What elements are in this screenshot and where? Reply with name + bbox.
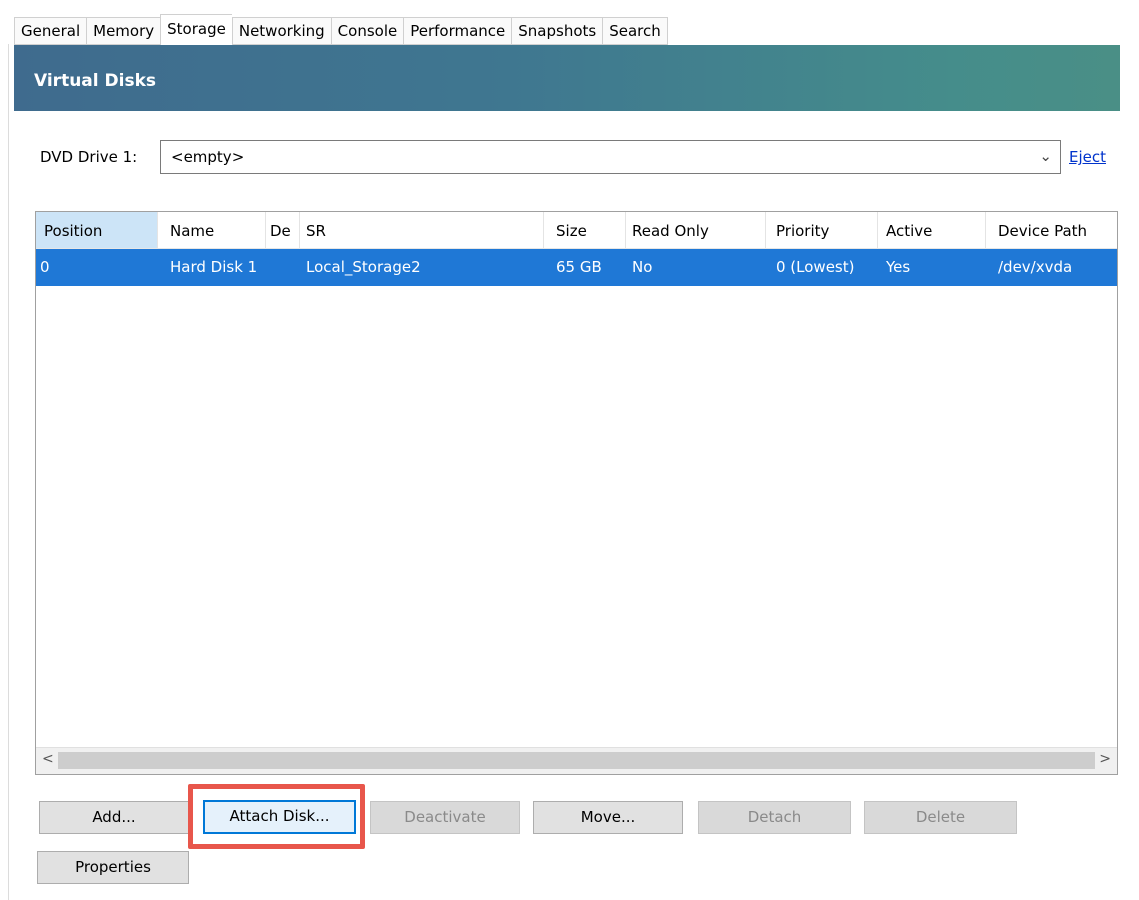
dvd-drive-select[interactable]: <empty> ⌄ bbox=[160, 140, 1061, 174]
tab-memory[interactable]: Memory bbox=[86, 17, 161, 45]
deactivate-button[interactable]: Deactivate bbox=[370, 801, 520, 834]
tab-storage[interactable]: Storage bbox=[160, 14, 232, 46]
move-button[interactable]: Move... bbox=[533, 801, 683, 834]
column-header-active[interactable]: Active bbox=[878, 212, 986, 248]
column-header-device-path[interactable]: Device Path bbox=[986, 212, 1117, 248]
cell-sr: Local_Storage2 bbox=[306, 258, 421, 276]
eject-link[interactable]: Eject bbox=[1069, 148, 1106, 166]
properties-button[interactable]: Properties bbox=[37, 851, 189, 884]
panel-left-border bbox=[8, 44, 9, 900]
tab-performance[interactable]: Performance bbox=[403, 17, 512, 45]
cell-name: Hard Disk 1 bbox=[170, 258, 258, 276]
add-button[interactable]: Add... bbox=[39, 801, 189, 834]
highlight-annotation bbox=[188, 784, 365, 849]
chevron-down-icon: ⌄ bbox=[1039, 147, 1052, 165]
section-title: Virtual Disks bbox=[34, 71, 156, 91]
detach-button[interactable]: Detach bbox=[698, 801, 851, 834]
column-header-description[interactable]: De bbox=[266, 212, 300, 248]
table-row[interactable]: 0 Hard Disk 1 Local_Storage2 65 GB No 0 … bbox=[36, 249, 1117, 286]
column-header-name[interactable]: Name bbox=[158, 212, 266, 248]
tab-bar: General Memory Storage Networking Consol… bbox=[14, 14, 668, 46]
cell-size: 65 GB bbox=[556, 258, 602, 276]
tab-search[interactable]: Search bbox=[602, 17, 668, 45]
horizontal-scrollbar[interactable]: < > bbox=[36, 747, 1117, 774]
section-banner: Virtual Disks bbox=[14, 45, 1120, 111]
column-header-priority[interactable]: Priority bbox=[766, 212, 878, 248]
tab-console[interactable]: Console bbox=[330, 17, 404, 45]
dvd-drive-label: DVD Drive 1: bbox=[40, 148, 138, 166]
tab-snapshots[interactable]: Snapshots bbox=[511, 17, 603, 45]
cell-description bbox=[266, 249, 300, 286]
dvd-drive-value: <empty> bbox=[171, 148, 245, 166]
cell-device-path: /dev/xvda bbox=[998, 258, 1073, 276]
delete-button[interactable]: Delete bbox=[864, 801, 1017, 834]
virtual-disks-table: Position Name De SR Size Read Only Prior… bbox=[35, 211, 1118, 775]
column-header-sr[interactable]: SR bbox=[300, 212, 544, 248]
table-header-row: Position Name De SR Size Read Only Prior… bbox=[36, 212, 1117, 249]
tab-general[interactable]: General bbox=[14, 17, 87, 45]
cell-priority: 0 (Lowest) bbox=[776, 258, 855, 276]
column-header-position[interactable]: Position bbox=[36, 212, 158, 248]
cell-read-only: No bbox=[632, 258, 653, 276]
scrollbar-thumb[interactable] bbox=[58, 752, 1095, 769]
cell-active: Yes bbox=[886, 258, 911, 276]
tab-networking[interactable]: Networking bbox=[231, 17, 331, 45]
cell-position: 0 bbox=[40, 258, 50, 276]
column-header-size[interactable]: Size bbox=[544, 212, 626, 248]
scroll-right-arrow-icon[interactable]: > bbox=[1099, 751, 1111, 767]
scroll-left-arrow-icon[interactable]: < bbox=[42, 751, 54, 767]
column-header-read-only[interactable]: Read Only bbox=[626, 212, 766, 248]
